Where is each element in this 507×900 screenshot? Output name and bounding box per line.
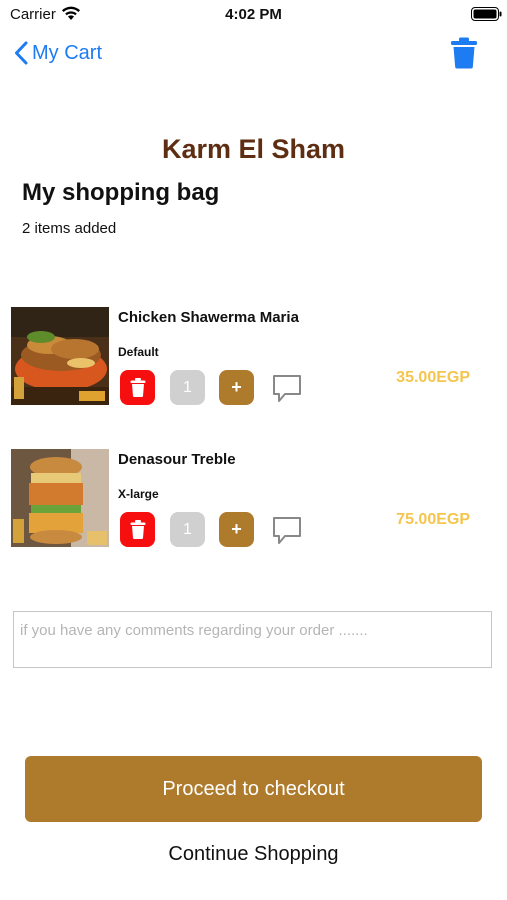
cart-item: Denasour Treble X-large 1 + 75.00EGP [0,449,507,549]
item-price: 35.00EGP [396,369,470,386]
clock: 4:02 PM [225,6,282,23]
quantity-field[interactable]: 1 [170,512,205,547]
continue-shopping-button[interactable]: Continue Shopping [0,843,507,866]
order-comments-input[interactable]: if you have any comments regarding your … [13,611,492,668]
product-image [11,449,109,547]
comment-icon[interactable] [271,372,303,404]
product-image [11,307,109,405]
comment-icon[interactable] [271,514,303,546]
back-button[interactable]: My Cart [14,38,102,68]
status-bar: Carrier 4:02 PM [0,0,507,30]
items-count: 2 items added [22,220,117,237]
item-size: Default [118,345,159,359]
cart-item: Chicken Shawerma Maria Default 1 + 35.00… [0,307,507,407]
remove-item-button[interactable] [120,370,155,405]
trash-icon [130,378,145,397]
trash-icon[interactable] [450,37,478,69]
chevron-left-icon [15,41,28,65]
trash-icon [130,520,145,539]
page-title: My shopping bag [22,179,220,206]
item-size: X-large [118,487,159,501]
restaurant-name: Karm El Sham [161,134,346,164]
increase-quantity-button[interactable]: + [219,512,254,547]
item-name: Chicken Shawerma Maria [118,309,299,326]
remove-item-button[interactable] [120,512,155,547]
quantity-field[interactable]: 1 [170,370,205,405]
increase-quantity-button[interactable]: + [219,370,254,405]
item-price: 75.00EGP [396,511,470,528]
back-label: My Cart [32,41,102,64]
item-name: Denasour Treble [118,451,236,468]
battery-icon [471,7,502,21]
checkout-button[interactable]: Proceed to checkout [25,756,482,822]
